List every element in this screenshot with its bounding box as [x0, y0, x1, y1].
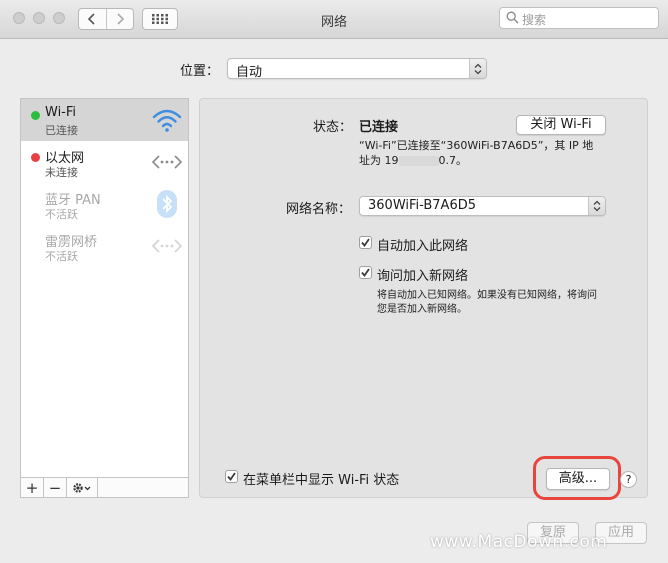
status-description-line1: “Wi-Fi”已连接至“360WiFi-B7A6D5”，其 IP 地 — [359, 139, 594, 152]
remove-service-button[interactable]: − — [44, 478, 67, 497]
checkmark-icon — [361, 268, 370, 277]
search-icon — [506, 11, 519, 24]
ask-join-description-line2: 您是否加入新网络。 — [377, 304, 467, 315]
wifi-icon — [152, 109, 182, 132]
ask-join-checkbox[interactable] — [359, 266, 372, 279]
show-in-menubar-checkbox[interactable] — [225, 470, 238, 483]
location-popup[interactable]: 自动 — [227, 58, 487, 80]
service-status: 不活跃 — [45, 208, 78, 221]
location-label: 位置： — [180, 64, 220, 79]
action-menu-button[interactable] — [67, 478, 98, 497]
service-status: 已连接 — [45, 124, 78, 137]
gear-icon — [73, 482, 91, 493]
window-titlebar: 网络 搜索 — [0, 0, 668, 39]
status-value: 已连接 — [359, 120, 399, 135]
watermark: www.MacDown.com — [430, 532, 608, 552]
service-list-toolbar: + − — [20, 478, 189, 498]
updown-chevron-icon — [588, 197, 605, 215]
search-input[interactable]: 搜索 — [499, 7, 659, 29]
location-value: 自动 — [236, 65, 263, 80]
service-item-bluetooth-pan[interactable]: 蓝牙 PAN 不活跃 — [21, 183, 188, 225]
status-dot-disconnected — [31, 153, 40, 162]
status-label: 状态： — [313, 120, 353, 135]
status-dot-connected — [31, 111, 40, 120]
auto-join-checkbox[interactable] — [359, 236, 372, 249]
service-list: Wi-Fi 已连接 以太网 未连接 蓝牙 PAN 不活跃 雷雳网桥 不活跃 — [20, 98, 189, 478]
ethernet-icon — [151, 155, 183, 169]
service-item-thunderbolt-bridge[interactable]: 雷雳网桥 不活跃 — [21, 225, 188, 267]
ask-join-label: 询问加入新网络 — [377, 269, 469, 284]
help-button[interactable]: ? — [620, 471, 637, 488]
advanced-button[interactable]: 高级... — [546, 468, 610, 490]
add-service-button[interactable]: + — [21, 478, 44, 497]
ip-suffix: 0.7。 — [438, 154, 468, 167]
bluetooth-icon — [157, 190, 177, 218]
checkmark-icon — [227, 472, 236, 481]
network-name-popup[interactable]: 360WiFi-B7A6D5 — [359, 196, 606, 216]
auto-join-label: 自动加入此网络 — [377, 239, 469, 254]
turn-off-wifi-button[interactable]: 关闭 Wi-Fi — [516, 115, 606, 135]
service-name: Wi-Fi — [45, 105, 77, 120]
checkmark-icon — [361, 238, 370, 247]
network-name-label: 网络名称： — [286, 202, 352, 217]
thunderbolt-bridge-icon — [151, 239, 183, 253]
ask-join-description-line1: 将自动加入已知网络。如果没有已知网络，将询问 — [377, 290, 597, 301]
search-placeholder: 搜索 — [522, 13, 547, 27]
service-status: 不活跃 — [45, 250, 78, 263]
show-in-menubar-label: 在菜单栏中显示 Wi-Fi 状态 — [243, 473, 400, 488]
service-item-ethernet[interactable]: 以太网 未连接 — [21, 141, 188, 183]
ip-prefix: 址为 19 — [359, 154, 399, 167]
updown-chevron-icon — [469, 59, 486, 78]
redacted-ip — [398, 156, 439, 166]
status-description-line2: 址为 19 0.7。 — [359, 153, 467, 168]
service-item-wifi[interactable]: Wi-Fi 已连接 — [21, 99, 188, 141]
network-name-value: 360WiFi-B7A6D5 — [368, 198, 476, 213]
service-status: 未连接 — [45, 166, 78, 179]
